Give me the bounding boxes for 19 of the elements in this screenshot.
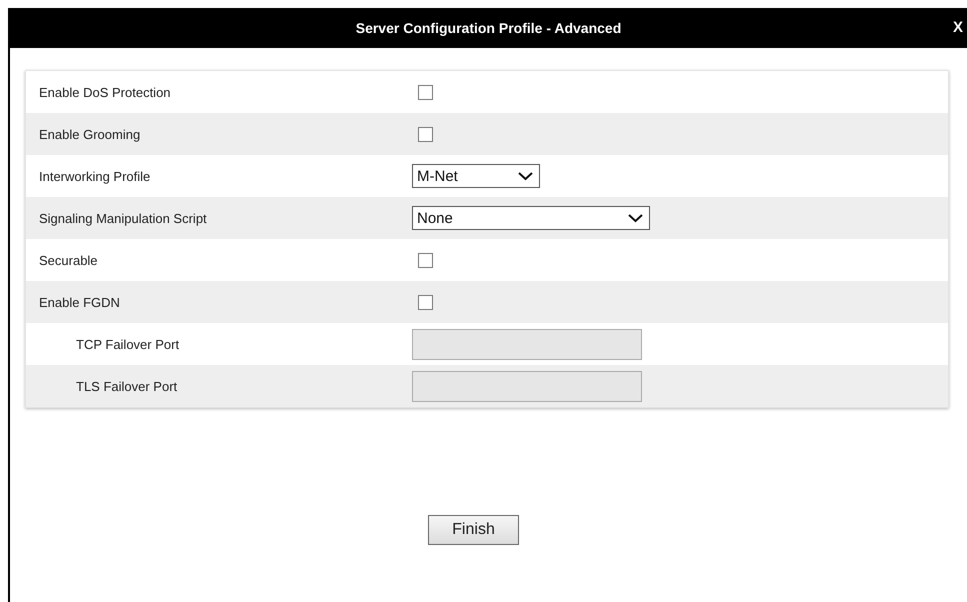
field-label: Securable [38, 252, 99, 268]
finish-button[interactable]: Finish [428, 515, 519, 545]
checkbox[interactable] [418, 84, 433, 100]
dialog-title: Server Configuration Profile - Advanced [356, 20, 622, 36]
checkbox[interactable] [418, 252, 433, 268]
field-label: Enable Grooming [38, 126, 142, 142]
dropdown[interactable]: None [412, 206, 650, 230]
field-label: TLS Failover Port [75, 378, 178, 394]
chevron-down-icon [518, 171, 533, 181]
field-label: Signaling Manipulation Script [38, 210, 208, 226]
dropdown[interactable]: M-Net [412, 164, 540, 188]
checkbox[interactable] [418, 294, 433, 310]
close-button[interactable]: X [950, 19, 965, 36]
field-label: Interworking Profile [38, 168, 152, 184]
field-label: Enable DoS Protection [38, 84, 172, 100]
checkbox[interactable] [418, 126, 433, 142]
field-label: Enable FGDN [38, 294, 121, 310]
chevron-down-icon [628, 213, 643, 223]
field-label: TCP Failover Port [75, 336, 180, 352]
